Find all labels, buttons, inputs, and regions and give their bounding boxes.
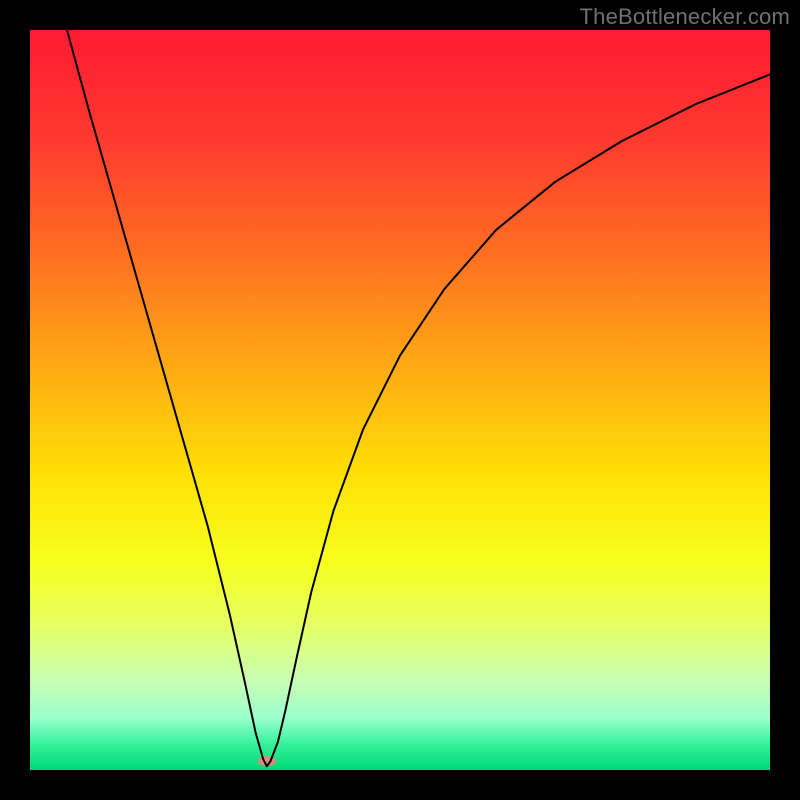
gradient-background — [30, 30, 770, 770]
chart-frame: TheBottlenecker.com — [0, 0, 800, 800]
watermark-text: TheBottlenecker.com — [580, 4, 790, 30]
plot-area — [30, 30, 770, 770]
chart-svg — [30, 30, 770, 770]
